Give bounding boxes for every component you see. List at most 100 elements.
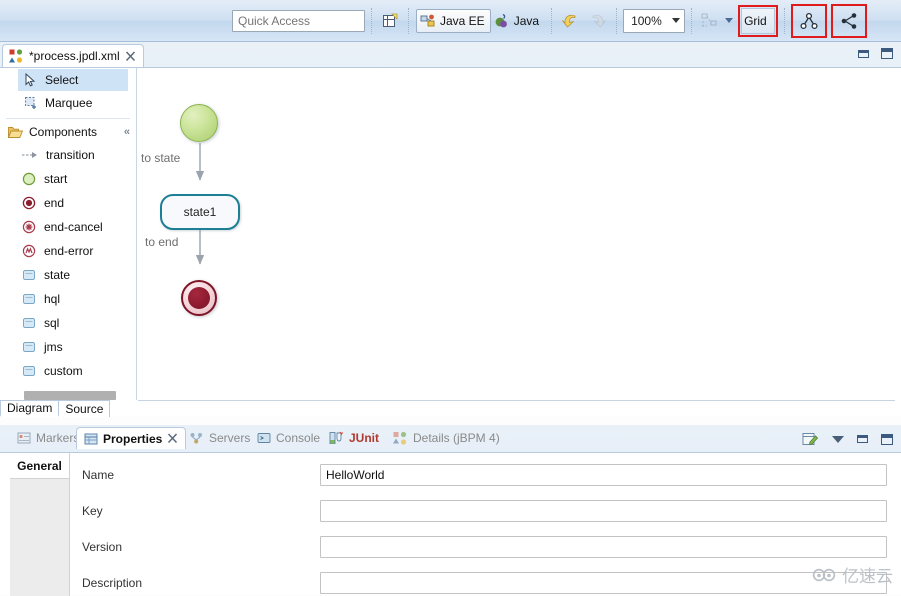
palette-drawer-components[interactable]: Components « <box>0 121 136 143</box>
new-wizard-icon[interactable] <box>378 8 402 34</box>
diagram-connections <box>195 143 205 265</box>
palette-item-label: jms <box>44 340 63 354</box>
diagram-node-state1-label: state1 <box>183 205 217 219</box>
chevron-down-icon <box>725 18 734 23</box>
tab-source[interactable]: Source <box>59 400 111 417</box>
editor-body: Select Marquee Components « transition s… <box>0 67 901 417</box>
properties-tab-row: Markers Properties Servers Console JUnit… <box>0 425 901 452</box>
editor-tab-process-jpdl[interactable]: *process.jpdl.xml <box>2 44 144 67</box>
markers-icon <box>17 432 31 444</box>
junit-icon <box>329 431 343 444</box>
tree-layout-button[interactable] <box>794 7 824 35</box>
palette-item-state[interactable]: state <box>0 263 136 287</box>
diagram-canvas[interactable]: to state state1 to end <box>138 68 901 400</box>
palette-item-end[interactable]: end <box>0 191 136 215</box>
palette-item-start[interactable]: start <box>0 167 136 191</box>
view-tab-servers[interactable]: Servers <box>182 427 257 449</box>
form-row-version: Version <box>82 535 887 559</box>
state-node-icon <box>23 270 35 280</box>
minimize-icon[interactable] <box>857 435 868 443</box>
view-tab-details-jbpm[interactable]: Details (jBPM 4) <box>386 427 507 449</box>
diagram-node-start[interactable] <box>180 104 218 142</box>
view-tab-servers-label: Servers <box>209 431 251 445</box>
start-node-icon <box>22 172 36 186</box>
open-folder-icon <box>8 126 23 138</box>
view-tab-junit-label: JUnit <box>349 431 379 445</box>
end-node-icon <box>22 196 36 210</box>
palette-item-label: transition <box>46 148 95 162</box>
version-input[interactable] <box>320 536 887 558</box>
palette-item-end-error[interactable]: end-error <box>0 239 136 263</box>
details-jbpm-icon <box>393 431 407 445</box>
view-tab-properties-label: Properties <box>103 431 163 446</box>
tab-diagram[interactable]: Diagram <box>0 400 60 417</box>
field-label-description: Description <box>82 576 143 590</box>
cursor-arrow-icon <box>25 73 36 87</box>
distribute-nodes-button[interactable] <box>834 7 864 35</box>
key-input[interactable] <box>320 500 887 522</box>
palette-item-hql[interactable]: hql <box>0 287 136 311</box>
java-perspective-icon <box>495 13 507 27</box>
field-label-key: Key <box>82 504 103 518</box>
palette: Select Marquee Components « transition s… <box>0 68 137 400</box>
palette-item-label: hql <box>44 292 61 306</box>
diagram-node-end[interactable] <box>181 280 217 316</box>
distribute-nodes-highlight <box>831 3 868 38</box>
editor-area: *process.jpdl.xml Select Marquee Compone… <box>0 42 901 417</box>
palette-item-label: end-cancel <box>44 220 103 234</box>
palette-item-label: custom <box>44 364 83 378</box>
properties-body: General Name Key Version Description <box>0 452 901 596</box>
view-menu-icon[interactable] <box>832 435 844 443</box>
view-tab-console[interactable]: Console <box>250 427 327 449</box>
servers-icon <box>190 433 202 444</box>
diagram-node-state1[interactable]: state1 <box>160 194 240 230</box>
palette-item-label: end-error <box>44 244 94 258</box>
perspective-switcher: Java EE Java <box>415 4 545 38</box>
description-input[interactable] <box>320 572 887 594</box>
custom-node-icon <box>23 366 35 376</box>
view-tab-junit[interactable]: JUnit <box>322 427 386 449</box>
palette-horizontal-scrollbar[interactable] <box>24 391 116 400</box>
tree-layout-icon <box>800 12 818 29</box>
quick-access-input[interactable] <box>232 9 365 32</box>
pin-edit-icon[interactable] <box>802 431 819 447</box>
undo-arrow-icon[interactable] <box>558 8 584 34</box>
toolbar-separator-4 <box>616 7 618 34</box>
palette-tool-marquee[interactable]: Marquee <box>18 92 128 114</box>
transition-label-to-end: to end <box>145 235 179 249</box>
properties-section-general[interactable]: General <box>10 453 69 479</box>
minimize-icon[interactable] <box>858 49 869 58</box>
marquee-select-icon <box>25 97 36 109</box>
close-icon[interactable] <box>167 433 178 444</box>
maximize-icon[interactable] <box>881 48 893 59</box>
properties-section-rail: General <box>10 453 70 596</box>
palette-item-custom[interactable]: custom <box>0 359 136 383</box>
zoom-level-combo[interactable]: 100% <box>623 8 686 33</box>
palette-item-transition[interactable]: transition <box>0 143 136 167</box>
perspective-java-ee[interactable]: Java EE <box>416 8 491 33</box>
view-tab-details-jbpm-label: Details (jBPM 4) <box>413 431 500 445</box>
view-tab-markers[interactable]: Markers <box>10 427 86 449</box>
perspective-java[interactable]: Java <box>491 9 544 33</box>
palette-item-jms[interactable]: jms <box>0 335 136 359</box>
view-tab-markers-label: Markers <box>36 431 80 445</box>
name-input[interactable] <box>320 464 887 486</box>
palette-tool-select-label: Select <box>45 73 79 87</box>
maximize-icon[interactable] <box>881 433 893 445</box>
palette-tool-select[interactable]: Select <box>18 69 128 91</box>
close-icon[interactable] <box>125 50 136 62</box>
collapse-pin-icon[interactable]: « <box>124 126 130 138</box>
properties-section-general-label: General <box>17 458 62 473</box>
view-tab-properties[interactable]: Properties <box>76 427 187 449</box>
grid-button[interactable]: Grid <box>741 7 776 34</box>
auto-layout-dropdown[interactable] <box>722 8 736 34</box>
grid-button-highlight: Grid <box>738 4 779 37</box>
toolbar-separator-3 <box>551 7 553 34</box>
form-row-name: Name <box>82 463 887 487</box>
palette-item-sql[interactable]: sql <box>0 311 136 335</box>
chevron-down-icon <box>672 18 681 23</box>
palette-item-end-cancel[interactable]: end-cancel <box>0 215 136 239</box>
auto-layout-icon <box>698 8 722 34</box>
hql-node-icon <box>23 294 35 304</box>
palette-item-label: end <box>44 196 65 210</box>
